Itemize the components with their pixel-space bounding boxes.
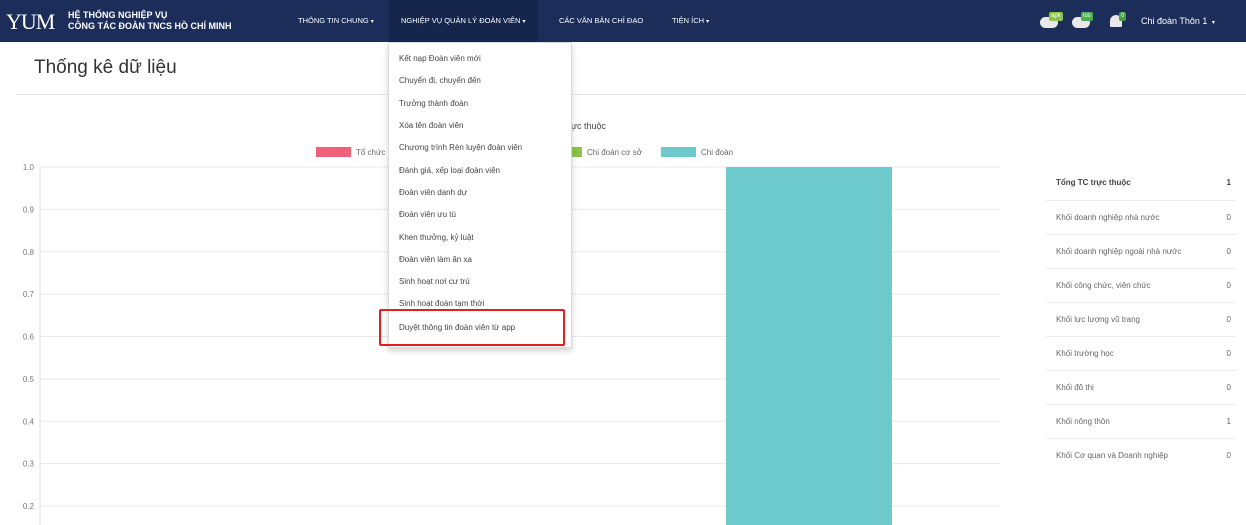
stat-value: 0 xyxy=(1226,213,1231,222)
y-tick-label: 0.6 xyxy=(23,333,35,342)
user-menu[interactable]: Chi đoàn Thôn 1 ▾ xyxy=(1141,0,1215,44)
y-tick-label: 1.0 xyxy=(23,163,35,172)
stat-row: Khối doanh nghiệp ngoài nhà nước 0 xyxy=(1046,234,1236,268)
nav-label: TIỆN ÍCH xyxy=(672,16,705,25)
stat-row: Khối lực lượng vũ trang 0 xyxy=(1046,302,1236,336)
nav-cac-van-ban-chi-dao[interactable]: CÁC VĂN BẢN CHỈ ĐẠO xyxy=(559,0,643,42)
stat-value: 0 xyxy=(1226,247,1231,256)
chart-title: ực thuộc xyxy=(571,121,607,131)
dropdown-menu-item[interactable]: Đánh giá, xếp loại đoàn viên xyxy=(399,166,500,175)
divider xyxy=(16,94,1246,95)
stat-value: 0 xyxy=(1226,451,1231,460)
ios-download-icon[interactable]: ios xyxy=(1072,12,1094,30)
nav-label: NGHIỆP VỤ QUẢN LÝ ĐOÀN VIÊN xyxy=(401,16,521,25)
y-tick-label: 0.2 xyxy=(23,502,35,511)
y-tick-label: 0.7 xyxy=(23,290,35,299)
dropdown-menu-item[interactable]: Khen thưởng, kỷ luật xyxy=(399,233,474,242)
stat-value: 0 xyxy=(1226,315,1231,324)
stat-label: Khối doanh nghiệp ngoài nhà nước xyxy=(1056,247,1182,256)
brand-line-2: CÔNG TÁC ĐOÀN TNCS HỒ CHÍ MINH xyxy=(68,21,232,31)
nav-nghiep-vu-quan-ly-doan-vien[interactable]: NGHIỆP VỤ QUẢN LÝ ĐOÀN VIÊN ▾ xyxy=(389,0,538,42)
user-name: Chi đoàn Thôn 1 xyxy=(1141,16,1208,26)
notification-count-badge: 0 xyxy=(1119,12,1127,21)
brand-line-1: HỆ THỐNG NGHIỆP VỤ xyxy=(68,10,168,20)
notification-bell-icon[interactable]: 0 xyxy=(1108,12,1130,30)
android-download-icon[interactable]: apk xyxy=(1040,12,1063,30)
stat-row: Khối công chức, viên chức 0 xyxy=(1046,268,1236,302)
dropdown-menu-item[interactable]: Sinh hoạt nơi cư trú xyxy=(399,277,470,286)
dropdown-menu-item[interactable]: Trưởng thành đoàn xyxy=(399,99,468,108)
stat-label: Khối lực lượng vũ trang xyxy=(1056,315,1140,324)
stat-row: Khối Cơ quan và Doanh nghiệp 0 xyxy=(1046,438,1236,472)
dropdown-menu-item[interactable]: Duyệt thông tin đoàn viên từ app xyxy=(399,323,515,332)
stat-label: Khối công chức, viên chức xyxy=(1056,281,1151,290)
dropdown-menu-item[interactable]: Xóa tên đoàn viên xyxy=(399,121,464,130)
app-logo[interactable]: YUM xyxy=(6,9,55,35)
dropdown-menu-item[interactable]: Sinh hoạt đoàn tạm thời xyxy=(399,299,484,308)
apk-badge: apk xyxy=(1049,12,1063,21)
stat-row: Tổng TC trực thuộc 1 xyxy=(1046,166,1236,200)
y-tick-label: 0.9 xyxy=(23,205,35,214)
dropdown-menu-item[interactable]: Đoàn viên làm ăn xa xyxy=(399,255,472,264)
nav-label: THÔNG TIN CHUNG xyxy=(298,16,369,25)
stat-value: 0 xyxy=(1226,281,1231,290)
stat-value: 1 xyxy=(1226,417,1231,426)
app-brand: HỆ THỐNG NGHIỆP VỤ CÔNG TÁC ĐOÀN TNCS HỒ… xyxy=(68,10,232,32)
bar-chi-doan[interactable] xyxy=(726,167,892,525)
ios-badge: ios xyxy=(1081,12,1093,21)
y-tick-label: 0.3 xyxy=(23,460,35,469)
stat-label: Khối Cơ quan và Doanh nghiệp xyxy=(1056,451,1168,460)
top-navbar: YUM HỆ THỐNG NGHIỆP VỤ CÔNG TÁC ĐOÀN TNC… xyxy=(0,0,1246,42)
chevron-down-icon: ▾ xyxy=(706,19,710,25)
stat-row: Khối nông thôn 1 xyxy=(1046,404,1236,438)
page-title: Thống kê dữ liệu xyxy=(34,57,177,78)
chevron-down-icon: ▾ xyxy=(522,19,526,25)
nav-tien-ich[interactable]: TIỆN ÍCH ▾ xyxy=(672,0,709,42)
chevron-down-icon: ▾ xyxy=(1211,20,1215,26)
nav-label: CÁC VĂN BẢN CHỈ ĐẠO xyxy=(559,16,644,25)
chevron-down-icon: ▾ xyxy=(370,19,374,25)
y-tick-label: 0.5 xyxy=(23,375,35,384)
stat-row: Khối trường học 0 xyxy=(1046,336,1236,370)
stat-value: 0 xyxy=(1226,383,1231,392)
stat-row: Khối doanh nghiệp nhà nước 0 xyxy=(1046,200,1236,234)
y-tick-label: 0.8 xyxy=(23,248,35,257)
dropdown-menu-item[interactable]: Đoàn viên danh dự xyxy=(399,188,467,197)
dropdown-menu-item[interactable]: Đoàn viên ưu tú xyxy=(399,210,456,219)
dropdown-menu-item[interactable]: Kết nạp Đoàn viên mới xyxy=(399,54,481,63)
y-tick-label: 0.4 xyxy=(23,417,35,426)
stat-label: Khối nông thôn xyxy=(1056,417,1110,426)
stat-value: 1 xyxy=(1226,178,1231,187)
stat-row: Khối đô thị 0 xyxy=(1046,370,1236,404)
stat-value: 0 xyxy=(1226,349,1231,358)
dropdown-menu-item[interactable]: Chuyển đi, chuyển đến xyxy=(399,76,481,85)
nghiep-vu-dropdown-menu: Kết nạp Đoàn viên mới Chuyển đi, chuyển đ… xyxy=(388,42,572,348)
stat-label: Khối doanh nghiệp nhà nước xyxy=(1056,213,1160,222)
stat-label: Khối đô thị xyxy=(1056,383,1094,392)
nav-thong-tin-chung[interactable]: THÔNG TIN CHUNG ▾ xyxy=(298,0,374,42)
stat-label: Tổng TC trực thuộc xyxy=(1056,178,1131,187)
dropdown-menu-item[interactable]: Chương trình Rèn luyện đoàn viên xyxy=(399,143,522,152)
stat-label: Khối trường học xyxy=(1056,349,1114,358)
